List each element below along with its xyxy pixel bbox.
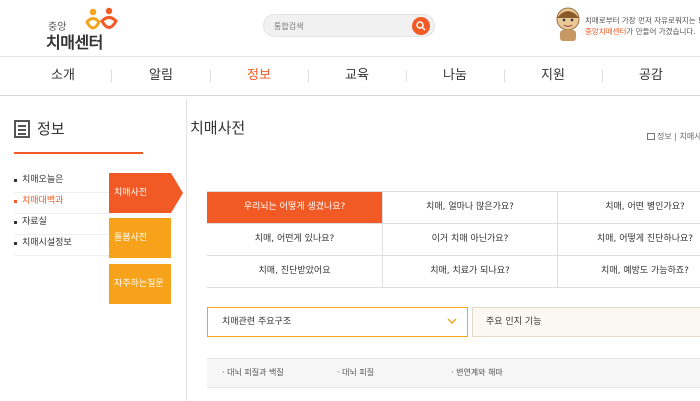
- sub-topic-cortex-white-matter[interactable]: · 대뇌 피질과 백질: [222, 359, 284, 387]
- question-row: 우리뇌는 어떻게 생겼나요? 치매, 얼마나 많은가요? 치매, 어떤 병인가요…: [207, 192, 700, 224]
- subtab-care-dictionary[interactable]: 돌봄사전: [109, 218, 171, 258]
- sidebar-title-underline: [14, 152, 143, 154]
- question-row: 치매, 진단받았어요 치매, 치료가 되나요? 치매, 예방도 가능하죠?: [207, 256, 700, 288]
- question-what-disease[interactable]: 치매, 어떤 병인가요?: [557, 192, 700, 223]
- content-divider: [186, 98, 187, 401]
- search-icon: [416, 21, 426, 31]
- breadcrumb-level-1[interactable]: 정보: [657, 132, 672, 141]
- nav-news[interactable]: 알림: [126, 57, 196, 97]
- character-icon: [556, 7, 580, 41]
- search-box: [263, 14, 435, 37]
- cognitive-function-select-value: 주요 인지 기능: [486, 317, 542, 327]
- sidebar-menu: 치매오늘은 치매대백과 자료실 치매시설정보: [14, 172, 114, 256]
- nav-divider: [504, 70, 505, 82]
- question-types[interactable]: 치매, 어떤게 있나요?: [207, 224, 382, 255]
- chevron-down-icon: [447, 318, 457, 324]
- question-brain-structure[interactable]: 우리뇌는 어떻게 생겼나요?: [207, 192, 382, 223]
- sidebar-item-facility-info[interactable]: 치매시설정보: [14, 235, 114, 256]
- logo-mark-icon: [85, 7, 118, 30]
- nav-divider: [406, 70, 407, 82]
- question-grid: 우리뇌는 어떻게 생겼나요? 치매, 얼마나 많은가요? 치매, 어떤 병인가요…: [207, 191, 700, 288]
- question-diagnosed[interactable]: 치매, 진단받았어요: [207, 256, 382, 287]
- subtab-dementia-dictionary[interactable]: 치매사전: [109, 173, 183, 213]
- subtab-faq[interactable]: 자주하는질문: [109, 264, 171, 304]
- nav-sharing[interactable]: 나눔: [420, 57, 490, 97]
- main-nav: 소개 알림 정보 교육 나눔 지원 공감: [0, 56, 700, 96]
- page-title: 치매사전: [190, 119, 246, 137]
- question-diagnosis[interactable]: 치매, 어떻게 진단하나요?: [557, 224, 700, 255]
- question-prevalence[interactable]: 치매, 얼마나 많은가요?: [382, 192, 557, 223]
- nav-support[interactable]: 지원: [518, 57, 588, 97]
- sidebar-item-dementia-today[interactable]: 치매오늘은: [14, 172, 114, 193]
- nav-info[interactable]: 정보: [224, 57, 294, 97]
- breadcrumb-level-2[interactable]: 치매사: [680, 132, 700, 141]
- cognitive-function-select[interactable]: 주요 인지 기능: [472, 307, 700, 337]
- nav-divider: [602, 70, 603, 82]
- structure-select[interactable]: 치매관련 주요구조: [207, 307, 468, 337]
- sub-topic-list: · 대뇌 피질과 백질 · 대뇌 피질 · 변연계와 해마: [207, 358, 700, 388]
- sidebar-item-encyclopedia[interactable]: 치매대백과: [14, 193, 114, 214]
- question-is-this-dementia[interactable]: 이거 치매 아닌가요?: [382, 224, 557, 255]
- promo-line-2: 중앙치매센터가 만들어 가겠습니다.: [585, 26, 696, 37]
- nav-divider: [308, 70, 309, 82]
- promo-line-2-rest: 가 만들어 가겠습니다.: [626, 27, 696, 36]
- promo-line-1: 치매로부터 가장 먼저 자유로워지는 !: [585, 16, 700, 25]
- nav-education[interactable]: 교육: [322, 57, 392, 97]
- document-icon: [14, 120, 30, 138]
- nav-empathy[interactable]: 공감: [616, 57, 686, 97]
- question-treatable[interactable]: 치매, 치료가 되나요?: [382, 256, 557, 287]
- home-icon[interactable]: [647, 133, 655, 140]
- question-row: 치매, 어떤게 있나요? 이거 치매 아닌가요? 치매, 어떻게 진단하나요?: [207, 224, 700, 256]
- nav-divider: [111, 70, 112, 82]
- question-prevention[interactable]: 치매, 예방도 가능하죠?: [557, 256, 700, 287]
- breadcrumb: 정보 | 치매사: [647, 131, 700, 142]
- promo-highlight: 중앙치매센터: [585, 27, 627, 36]
- nav-intro[interactable]: 소개: [28, 57, 98, 97]
- search-input[interactable]: [274, 18, 404, 34]
- nav-divider: [210, 70, 211, 82]
- sub-topic-cortex[interactable]: · 대뇌 피질: [337, 359, 374, 387]
- sub-topic-limbic-hippocampus[interactable]: · 변연계와 해마: [451, 359, 503, 387]
- sidebar-title-text: 정보: [37, 120, 65, 138]
- sidebar-item-archive[interactable]: 자료실: [14, 214, 114, 235]
- search-button[interactable]: [412, 17, 430, 35]
- breadcrumb-separator: |: [674, 132, 677, 141]
- structure-select-value: 치매관련 주요구조: [222, 317, 292, 327]
- promo-banner: 치매로부터 가장 먼저 자유로워지는 ! 중앙치매센터가 만들어 가겠습니다.: [551, 6, 700, 46]
